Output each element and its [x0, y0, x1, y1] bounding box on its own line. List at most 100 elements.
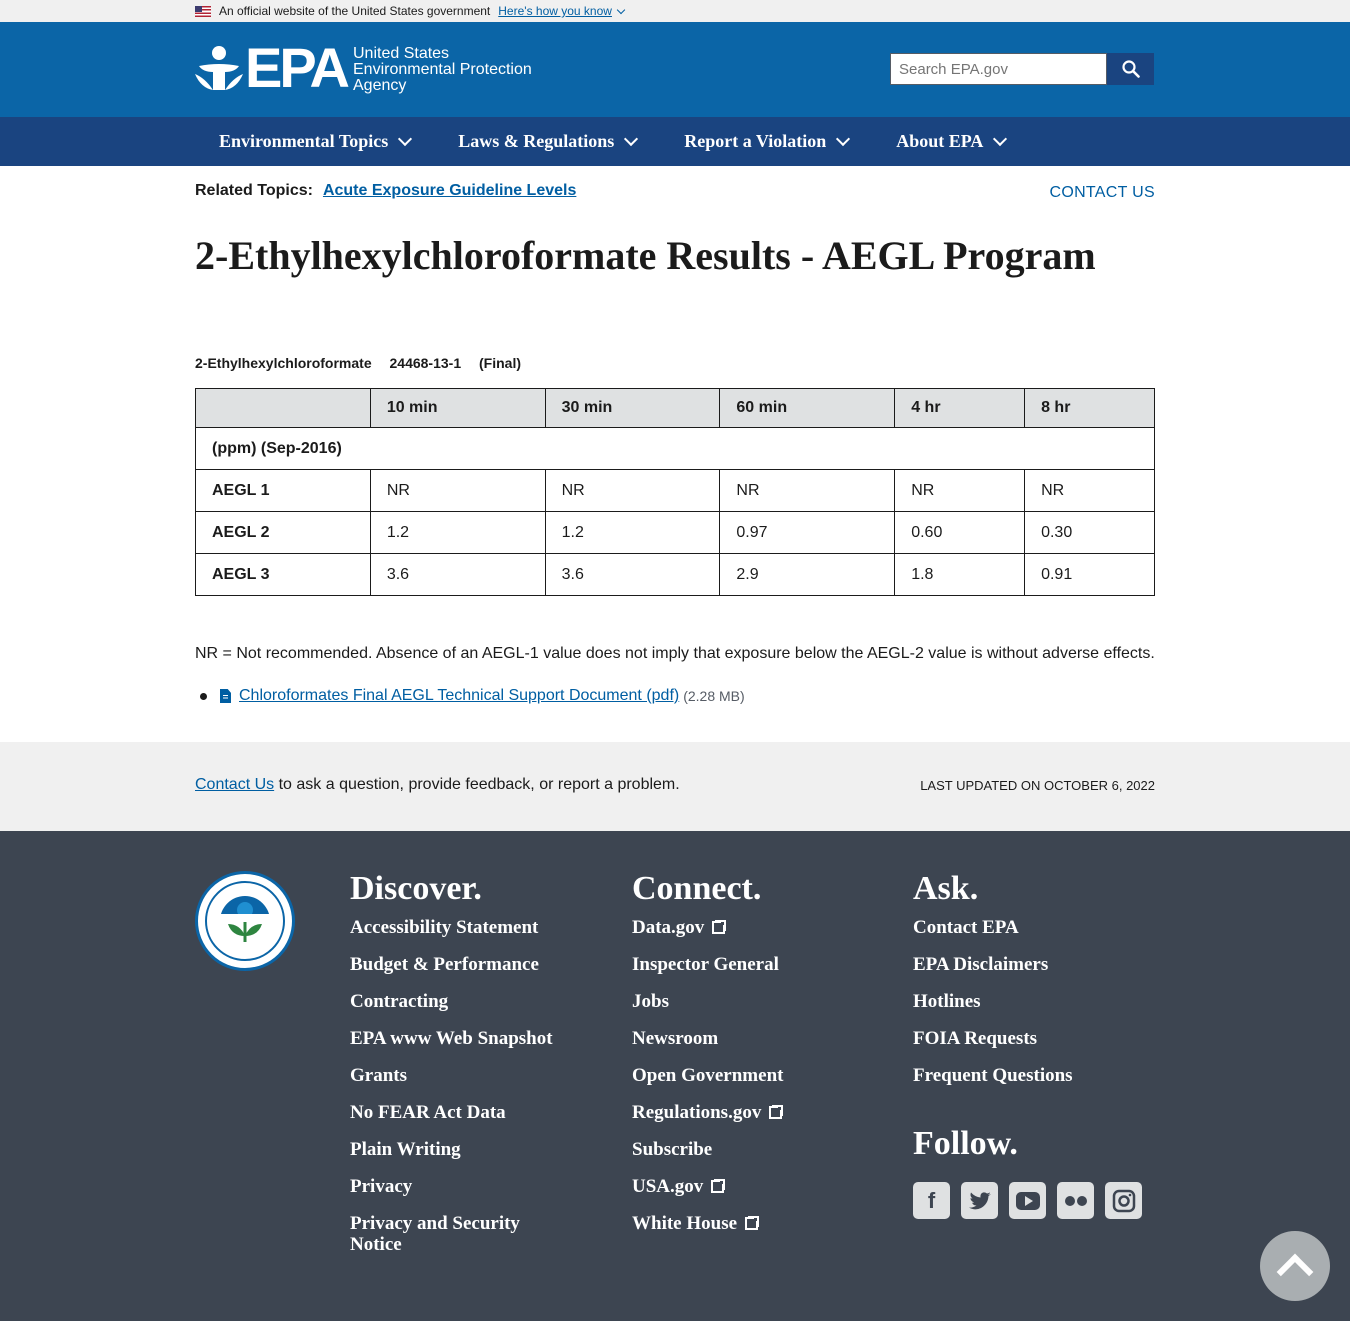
- table-cell: NR: [369, 469, 546, 512]
- youtube-icon[interactable]: [1009, 1182, 1046, 1219]
- column-header: [195, 388, 371, 428]
- nav-label: Environmental Topics: [219, 131, 389, 151]
- site-search: [890, 53, 1154, 85]
- footer-connect: Connect. Data.gov Inspector General Jobs…: [632, 870, 785, 1250]
- epa-logo[interactable]: EPA United States Environmental Protecti…: [195, 40, 532, 96]
- chemical-status: (Final): [479, 355, 522, 371]
- link-label: Open Government: [632, 1065, 784, 1086]
- chemical-identity: 2-Ethylhexylchloroformate 24468-13-1 (Fi…: [195, 355, 535, 371]
- table-cell: 1.2: [544, 511, 721, 554]
- chevron-down-icon: [993, 131, 1008, 146]
- social-links: f: [913, 1182, 1142, 1219]
- feedback-sentence: to ask a question, provide feedback, or …: [274, 776, 680, 793]
- footer-link[interactable]: EPA Disclaimers: [913, 954, 1073, 975]
- footer-link-regulations-gov[interactable]: Regulations.gov: [632, 1102, 785, 1123]
- footer-link[interactable]: Contact EPA: [913, 917, 1073, 938]
- technical-support-document-link[interactable]: Chloroformates Final AEGL Technical Supp…: [239, 687, 679, 705]
- connect-heading: Connect.: [632, 870, 762, 907]
- agency-name: United States Environmental Protection A…: [353, 44, 532, 94]
- back-to-top-button[interactable]: [1260, 1231, 1330, 1301]
- related-topic-link[interactable]: Acute Exposure Guideline Levels: [323, 182, 576, 199]
- external-link-icon: [711, 1178, 727, 1193]
- footer-ask: Ask. Contact EPA EPA Disclaimers Hotline…: [913, 871, 1073, 1102]
- ask-heading: Ask.: [913, 870, 979, 907]
- row-label: AEGL 2: [195, 511, 371, 554]
- row-label: AEGL 3: [195, 553, 371, 596]
- discover-heading: Discover.: [350, 870, 482, 907]
- footer-link[interactable]: Newsroom: [632, 1028, 783, 1049]
- agency-line-2: Environmental Protection: [353, 61, 532, 78]
- nav-about-epa[interactable]: About EPA: [896, 131, 1008, 152]
- units-row: (ppm) (Sep-2016): [195, 427, 1155, 470]
- heres-how-you-know-link[interactable]: Here's how you know: [498, 4, 626, 18]
- table-header-row: 10 min 30 min 60 min 4 hr 8 hr: [195, 388, 1155, 428]
- footer-link[interactable]: Privacy: [350, 1176, 565, 1197]
- footer-link[interactable]: EPA www Web Snapshot: [350, 1028, 565, 1049]
- footer-link-data-gov[interactable]: Data.gov: [632, 917, 783, 938]
- footer-link[interactable]: Inspector General: [632, 954, 783, 975]
- file-size: (2.28 MB): [683, 688, 745, 704]
- twitter-icon[interactable]: [961, 1182, 998, 1219]
- nav-label: Laws & Regulations: [458, 131, 615, 151]
- column-header: 8 hr: [1024, 388, 1155, 428]
- nav-laws-regulations[interactable]: Laws & Regulations: [458, 131, 639, 152]
- link-label: Inspector General: [632, 954, 779, 975]
- row-label: AEGL 1: [195, 469, 371, 512]
- footer-link[interactable]: Accessibility Statement: [350, 917, 565, 938]
- footer-link[interactable]: Open Government: [632, 1065, 783, 1086]
- footer-follow: Follow. f: [913, 1126, 1142, 1219]
- table-cell: 2.9: [719, 553, 896, 596]
- file-icon: [220, 689, 231, 703]
- epa-seal-icon: [195, 871, 295, 971]
- table-cell: NR: [719, 469, 896, 512]
- search-input[interactable]: [890, 53, 1107, 85]
- table-cell: 0.60: [894, 511, 1026, 554]
- contact-us-feedback-link[interactable]: Contact Us: [195, 776, 274, 793]
- column-header: 30 min: [544, 388, 721, 428]
- chevron-down-icon: [836, 131, 851, 146]
- footer-link[interactable]: Plain Writing: [350, 1139, 565, 1160]
- footer-link[interactable]: No FEAR Act Data: [350, 1102, 565, 1123]
- flickr-icon[interactable]: [1057, 1182, 1094, 1219]
- heres-how-label: Here's how you know: [498, 4, 612, 18]
- chemical-name: 2-Ethylhexylchloroformate: [195, 355, 372, 371]
- column-header: 60 min: [719, 388, 896, 428]
- footer-link[interactable]: Jobs: [632, 991, 783, 1012]
- footer-link[interactable]: Hotlines: [913, 991, 1073, 1012]
- facebook-icon[interactable]: f: [913, 1182, 950, 1219]
- table-row: AEGL 3 3.6 3.6 2.9 1.8 0.91: [195, 553, 1155, 596]
- link-label: Newsroom: [632, 1028, 719, 1049]
- footer-link[interactable]: Grants: [350, 1065, 565, 1086]
- us-flag-icon: [195, 5, 211, 17]
- nr-footnote: NR = Not recommended. Absence of an AEGL…: [195, 645, 1155, 662]
- link-label: White House: [632, 1213, 738, 1234]
- column-header: 4 hr: [894, 388, 1026, 428]
- footer-discover: Discover. Accessibility Statement Budget…: [350, 871, 565, 1271]
- nav-report-violation[interactable]: Report a Violation: [684, 131, 851, 152]
- instagram-icon[interactable]: [1105, 1182, 1142, 1219]
- epa-flower-icon: [195, 44, 243, 92]
- footer-link[interactable]: Privacy and Security Notice: [350, 1213, 565, 1255]
- table-cell: NR: [544, 469, 721, 512]
- nav-label: Report a Violation: [684, 131, 827, 151]
- contact-us-link[interactable]: CONTACT US: [1049, 184, 1155, 202]
- external-link-icon: [745, 1215, 761, 1230]
- external-link-icon: [712, 919, 728, 934]
- footer-link[interactable]: Budget & Performance: [350, 954, 565, 975]
- table-row: AEGL 1 NR NR NR NR NR: [195, 469, 1155, 512]
- footer-link-white-house[interactable]: White House: [632, 1213, 783, 1234]
- aegl-table: 10 min 30 min 60 min 4 hr 8 hr (ppm) (Se…: [195, 388, 1155, 596]
- footer-link[interactable]: Frequent Questions: [913, 1065, 1073, 1086]
- table-cell: 1.2: [369, 511, 546, 554]
- footer-link[interactable]: Contracting: [350, 991, 565, 1012]
- table-cell: 0.97: [719, 511, 896, 554]
- page-title: 2-Ethylhexylchloroformate Results - AEGL…: [195, 233, 1096, 278]
- footer-link-usa-gov[interactable]: USA.gov: [632, 1176, 783, 1197]
- nav-environmental-topics[interactable]: Environmental Topics: [219, 131, 413, 152]
- table-cell: 3.6: [544, 553, 721, 596]
- footer-link[interactable]: FOIA Requests: [913, 1028, 1073, 1049]
- table-cell: NR: [1024, 469, 1155, 512]
- footer-link[interactable]: Subscribe: [632, 1139, 783, 1160]
- search-button[interactable]: [1107, 53, 1154, 85]
- agency-line-1: United States: [353, 45, 450, 62]
